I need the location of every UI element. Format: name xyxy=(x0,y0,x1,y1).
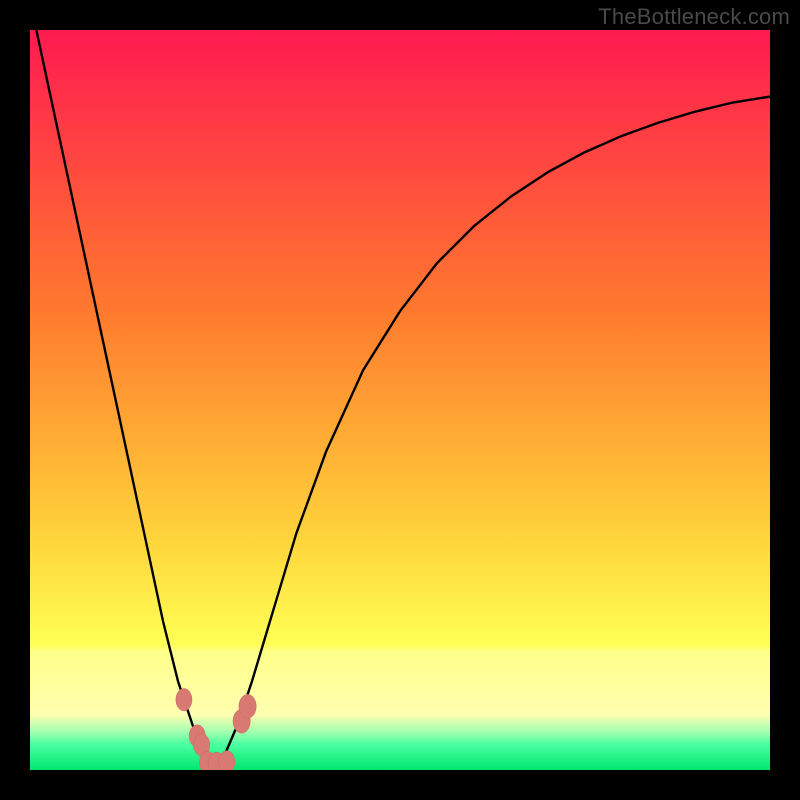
chart-svg xyxy=(30,30,770,770)
outer-frame: TheBottleneck.com xyxy=(0,0,800,800)
bottom-lobe-right xyxy=(219,751,235,770)
watermark-text: TheBottleneck.com xyxy=(598,4,790,30)
left-upper-dot xyxy=(176,689,192,711)
gradient-background xyxy=(30,30,770,770)
right-cluster-2 xyxy=(239,694,256,718)
plot-area xyxy=(30,30,770,770)
